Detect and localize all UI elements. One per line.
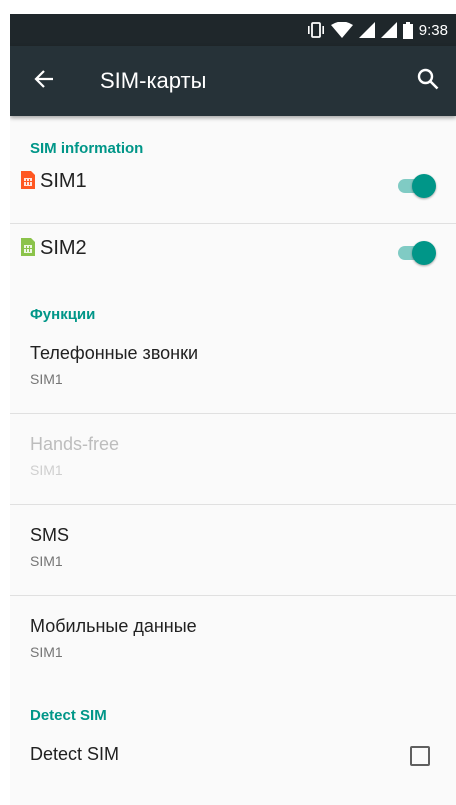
pref-mobile-data[interactable]: Мобильные данные SIM1 <box>10 596 456 686</box>
sim-card-icon <box>21 238 35 256</box>
pref-title: SMS <box>30 525 70 545</box>
detect-sim-checkbox[interactable] <box>410 746 430 766</box>
pref-summary: SIM1 <box>30 644 63 660</box>
page-title: SIM-карты <box>100 68 207 93</box>
sim2-toggle[interactable] <box>396 240 436 265</box>
wifi-icon <box>330 22 353 38</box>
pref-title: Мобильные данные <box>30 616 197 636</box>
search-button[interactable] <box>400 46 456 116</box>
detect-sim-row[interactable]: Detect SIM <box>10 724 456 784</box>
sim-label: SIM2 <box>40 237 87 259</box>
status-bar: 9:38 <box>10 14 456 46</box>
status-time: 9:38 <box>418 21 448 39</box>
sim-label: SIM1 <box>40 170 87 192</box>
pref-phone-calls[interactable]: Телефонные звонки SIM1 <box>10 323 456 413</box>
section-header-functions: Функции <box>30 306 96 323</box>
section-header-sim-info: SIM information <box>30 140 144 157</box>
signal-icon <box>380 22 397 38</box>
pref-summary: SIM1 <box>30 371 63 387</box>
vibrate-icon <box>307 22 325 38</box>
pref-summary: SIM1 <box>30 553 63 569</box>
settings-screen: 9:38 SIM-карты SIM information SIM1 SIM2… <box>10 14 456 805</box>
app-toolbar: SIM-карты <box>10 46 456 116</box>
pref-hands-free: Hands-free SIM1 <box>10 414 456 504</box>
back-button[interactable] <box>10 46 78 116</box>
sim1-toggle[interactable] <box>396 173 436 198</box>
arrow-back-icon <box>34 69 54 94</box>
pref-title: Hands-free <box>30 434 120 454</box>
pref-summary: SIM1 <box>30 462 63 478</box>
detect-sim-label: Detect SIM <box>30 743 120 764</box>
sim-card-icon <box>21 171 35 189</box>
toggle-thumb <box>412 241 436 265</box>
battery-icon <box>402 21 413 39</box>
section-header-detect-sim: Detect SIM <box>30 707 107 724</box>
sim-row-sim2[interactable]: SIM2 <box>10 224 456 290</box>
search-icon <box>417 68 439 95</box>
sim-row-sim1[interactable]: SIM1 <box>10 157 456 223</box>
pref-sms[interactable]: SMS SIM1 <box>10 505 456 595</box>
pref-title: Телефонные звонки <box>30 343 199 363</box>
toggle-thumb <box>412 174 436 198</box>
signal-icon <box>358 22 375 38</box>
